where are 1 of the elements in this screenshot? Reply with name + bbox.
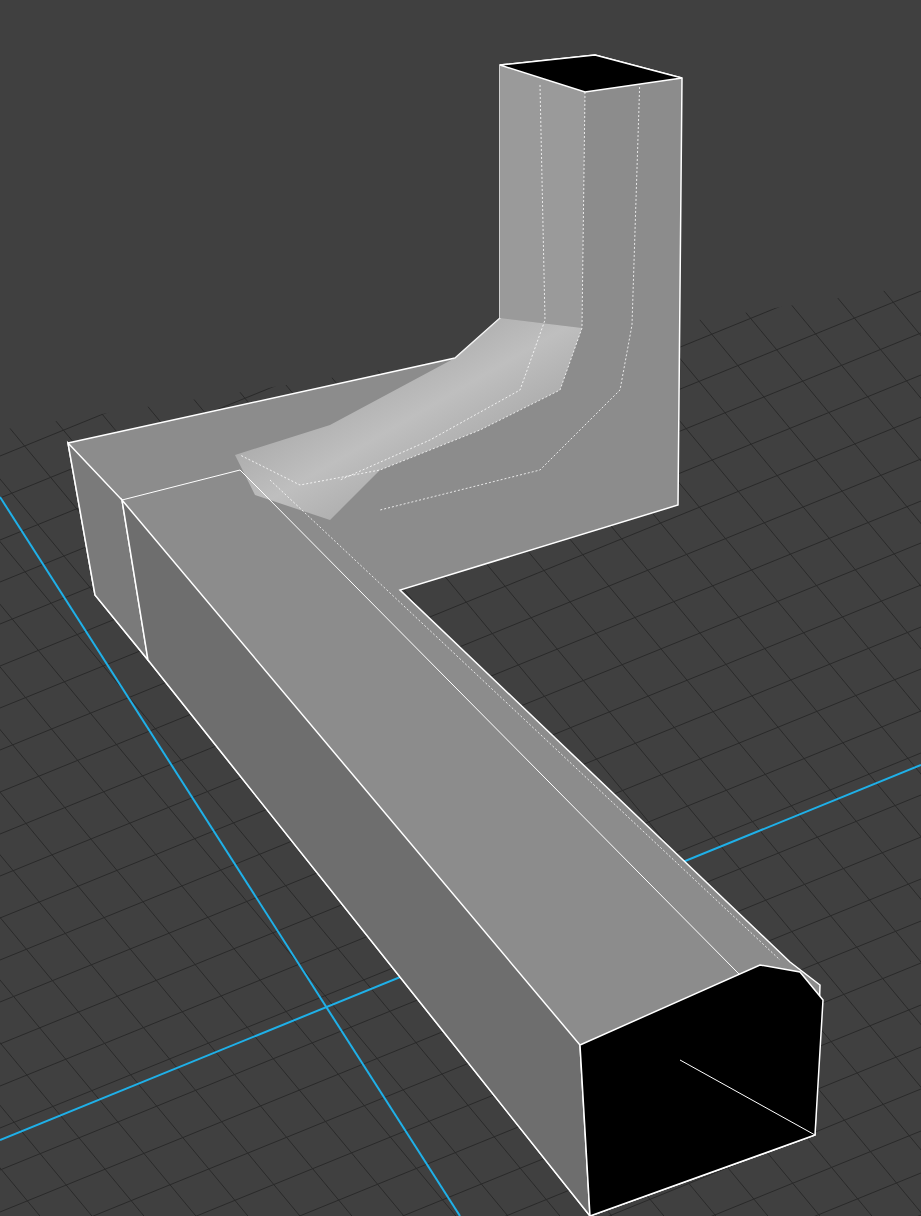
duct-model-drawing[interactable] — [66, 54, 824, 1216]
